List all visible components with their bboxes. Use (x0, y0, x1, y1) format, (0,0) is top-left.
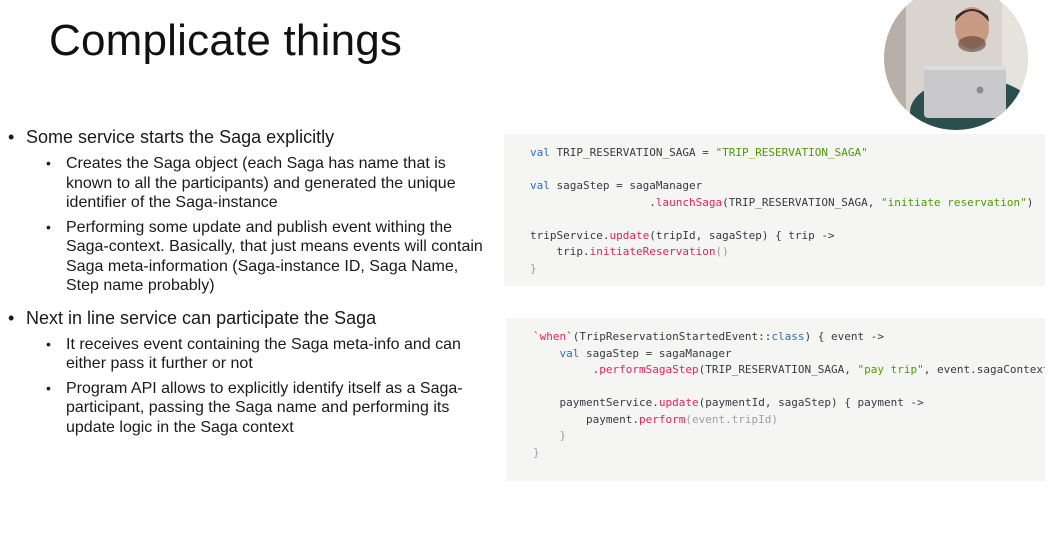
code-line: } (530, 261, 537, 275)
code-line: val sagaStep = sagaManager (533, 346, 732, 360)
code-line: paymentService.update(paymentId, sagaSte… (533, 396, 924, 409)
code-line: tripService.update(tripId, sagaStep) { t… (530, 228, 835, 242)
code-line: .performSagaStep(TRIP_RESERVATION_SAGA, … (533, 363, 1045, 376)
code-line: .launchSaga(TRIP_RESERVATION_SAGA, "init… (530, 195, 1034, 209)
code-line: `when`(TripReservationStartedEvent::clas… (533, 330, 885, 343)
code-line: } (533, 445, 540, 459)
bullet-text: Next in line service can participate the… (26, 307, 377, 328)
bullet-dot-icon: • (46, 335, 51, 352)
bullet-dot-icon: • (46, 155, 51, 171)
bullet-dot-icon: • (46, 218, 51, 235)
sub-bullet-item: • Performing some update and publish eve… (8, 218, 488, 296)
code-line: val sagaStep = sagaManager (530, 179, 703, 192)
sub-bullet-text: Creates the Saga object (each Saga has n… (66, 155, 456, 211)
bullet-text: Some service starts the Saga explicitly (26, 127, 335, 147)
code-line: } (533, 429, 567, 442)
code-line: payment.perform(event.tripId) (533, 412, 779, 426)
code-line: val TRIP_RESERVATION_SAGA = "TRIP_RESERV… (530, 146, 868, 159)
presenter-webcam (884, 0, 1028, 130)
bullet-item: • Next in line service can participate t… (8, 307, 488, 329)
sub-bullet-item: • Program API allows to explicitly ident… (8, 379, 488, 438)
bullet-item: • Some service starts the Saga explicitl… (8, 126, 488, 148)
presenter-image (884, 0, 1028, 130)
sub-bullet-item: • It receives event containing the Saga … (8, 335, 488, 374)
bullet-dot-icon: • (8, 307, 15, 328)
slide-title: Complicate things (49, 16, 403, 65)
sub-bullet-text: Program API allows to explicitly identif… (66, 379, 463, 436)
code-line: trip.initiateReservation() (530, 245, 729, 258)
code-block-launch-saga: val TRIP_RESERVATION_SAGA = "TRIP_RESERV… (504, 134, 1045, 286)
sub-bullet-item: • Creates the Saga object (each Saga has… (8, 154, 488, 213)
bullet-dot-icon: • (46, 379, 51, 396)
code-block-perform-saga-step: `when`(TripReservationStartedEvent::clas… (506, 318, 1045, 481)
bullet-dot-icon: • (8, 127, 15, 147)
sub-bullet-text: Performing some update and publish event… (66, 218, 483, 295)
sub-bullet-text: It receives event containing the Saga me… (66, 335, 461, 373)
bullet-list: • Some service starts the Saga explicitl… (8, 126, 488, 442)
